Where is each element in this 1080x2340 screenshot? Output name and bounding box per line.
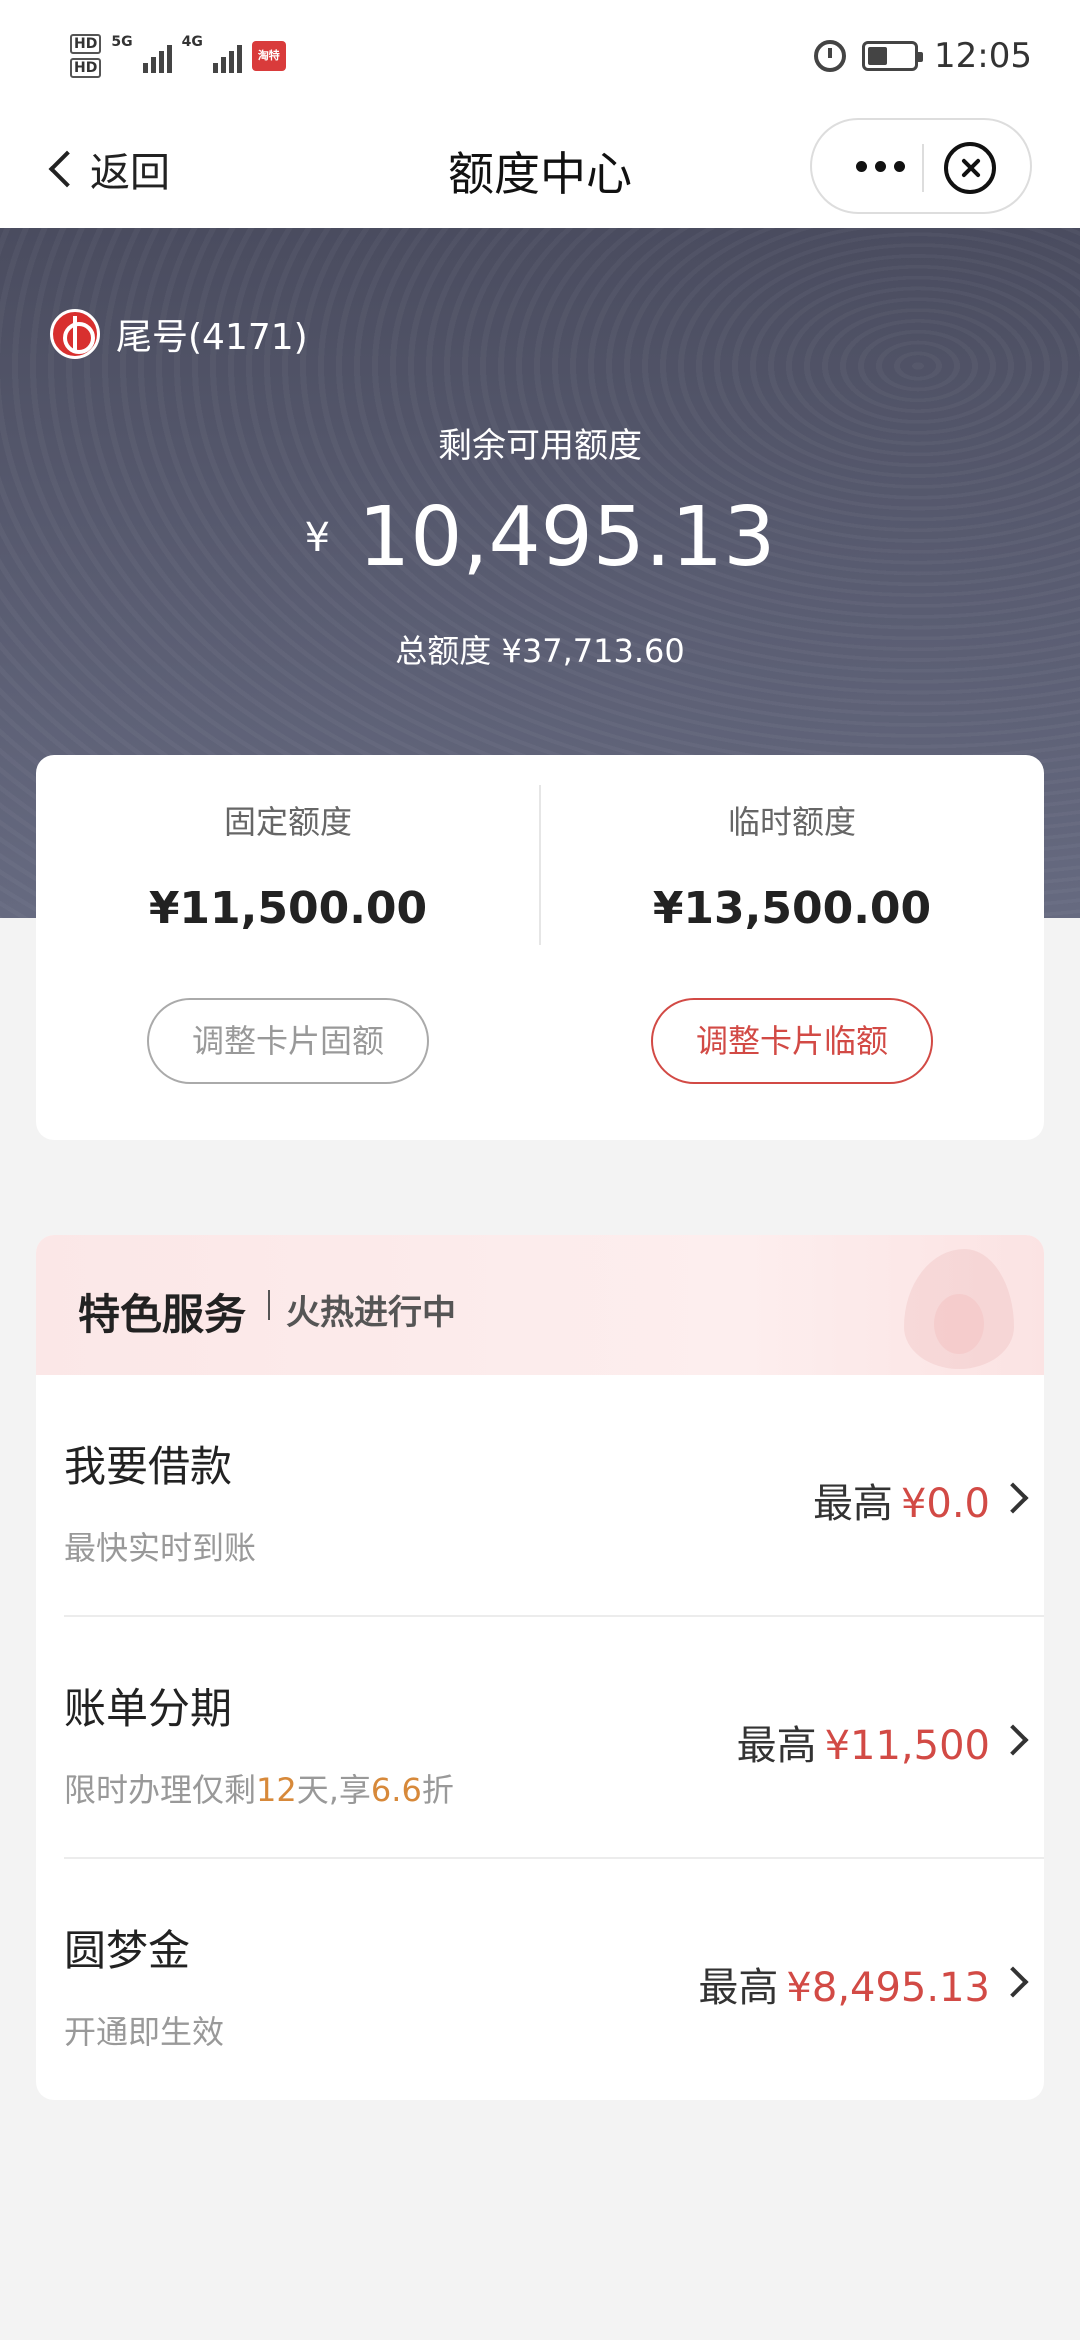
more-icon[interactable] bbox=[840, 120, 920, 212]
miniapp-capsule bbox=[810, 118, 1032, 214]
total-credit: 总额度 ¥37,713.60 bbox=[0, 626, 1080, 672]
desc-part: 天,享 bbox=[296, 1771, 371, 1809]
desc-part: 折 bbox=[421, 1771, 454, 1809]
service-dream-fund[interactable]: 圆梦金 开通即生效 最高 ¥8,495.13 bbox=[36, 1859, 1044, 2100]
discount-value: 6.6 bbox=[370, 1771, 422, 1809]
bank-logo-icon bbox=[50, 309, 100, 359]
temp-quota-value: ¥13,500.00 bbox=[652, 883, 932, 934]
adjust-fixed-quota-button[interactable]: 调整卡片固额 bbox=[147, 998, 429, 1084]
services-header: 特色服务 火热进行中 bbox=[36, 1235, 1044, 1375]
max-amount-value: ¥0.0 bbox=[900, 1481, 990, 1527]
capsule-divider bbox=[922, 144, 924, 192]
services-subtitle: 火热进行中 bbox=[286, 1293, 456, 1333]
max-amount-value: ¥8,495.13 bbox=[786, 1965, 990, 2011]
service-desc: 最快实时到账 bbox=[64, 1529, 257, 1567]
app-notification-icon: 淘特 bbox=[251, 41, 286, 71]
chevron-right-icon bbox=[997, 1482, 1029, 1514]
network-5g-label: 5G bbox=[111, 34, 133, 50]
nav-bar: 返回 额度中心 bbox=[0, 118, 1080, 228]
hd-indicator: HD HD bbox=[70, 34, 102, 78]
hd1-icon: HD bbox=[70, 34, 102, 54]
service-name: 圆梦金 bbox=[64, 1926, 191, 1975]
fixed-quota-label: 固定额度 bbox=[223, 803, 352, 841]
service-name: 我要借款 bbox=[64, 1442, 233, 1491]
remaining-days: 12 bbox=[256, 1771, 297, 1809]
signal-icon bbox=[142, 39, 172, 73]
service-loan[interactable]: 我要借款 最快实时到账 最高 ¥0.0 bbox=[36, 1375, 1044, 1617]
available-amount-value: 10,495.13 bbox=[358, 490, 776, 585]
fixed-quota-value: ¥11,500.00 bbox=[148, 883, 428, 934]
service-max-amount: 最高 ¥0.0 bbox=[813, 1471, 990, 1529]
service-desc: 限时办理仅剩12天,享6.6折 bbox=[64, 1765, 454, 1811]
close-icon[interactable] bbox=[944, 142, 996, 194]
battery-icon bbox=[862, 41, 924, 71]
card-tail-number: 尾号(4171) bbox=[116, 317, 308, 358]
total-credit-value: ¥37,713.60 bbox=[501, 632, 685, 670]
flame-icon bbox=[904, 1249, 1014, 1369]
hd2-icon: HD bbox=[70, 58, 102, 78]
clock: 12:05 bbox=[934, 36, 1032, 76]
fixed-quota: 固定额度 ¥11,500.00 bbox=[36, 797, 540, 934]
signal-icon bbox=[212, 39, 242, 73]
service-max-amount: 最高 ¥8,495.13 bbox=[698, 1955, 990, 2013]
service-max-amount: 最高 ¥11,500 bbox=[737, 1713, 990, 1771]
services-title: 特色服务 bbox=[78, 1290, 247, 1339]
card-info: 尾号(4171) bbox=[50, 308, 308, 360]
available-credit-amount: ¥10,495.13 bbox=[0, 490, 1080, 585]
chevron-right-icon bbox=[997, 1966, 1029, 1998]
status-bar: HD HD 5G 4G 淘特 12:05 bbox=[0, 0, 1080, 120]
quota-card: 固定额度 ¥11,500.00 临时额度 ¥13,500.00 调整卡片固额 调… bbox=[36, 755, 1044, 1140]
desc-part: 限时办理仅剩 bbox=[64, 1771, 257, 1809]
featured-services: 特色服务 火热进行中 我要借款 最快实时到账 最高 ¥0.0 账单分期 限时办理仅… bbox=[36, 1235, 1044, 2100]
temp-quota: 临时额度 ¥13,500.00 bbox=[540, 797, 1044, 934]
max-prefix: 最高 bbox=[812, 1481, 893, 1527]
max-amount-value: ¥11,500 bbox=[824, 1723, 990, 1769]
alarm-icon bbox=[814, 40, 847, 72]
header-divider bbox=[268, 1290, 270, 1320]
adjust-temp-quota-button[interactable]: 调整卡片临额 bbox=[651, 998, 933, 1084]
service-installment[interactable]: 账单分期 限时办理仅剩12天,享6.6折 最高 ¥11,500 bbox=[36, 1617, 1044, 1859]
temp-quota-label: 临时额度 bbox=[727, 803, 856, 841]
total-credit-label: 总额度 bbox=[395, 632, 492, 670]
chevron-right-icon bbox=[997, 1724, 1029, 1756]
max-prefix: 最高 bbox=[736, 1723, 817, 1769]
service-desc: 开通即生效 bbox=[64, 2013, 225, 2051]
service-name: 账单分期 bbox=[64, 1684, 233, 1733]
network-4g-label: 4G bbox=[181, 34, 203, 50]
status-right: 12:05 bbox=[814, 36, 1032, 76]
max-prefix: 最高 bbox=[698, 1965, 779, 2011]
status-left: HD HD 5G 4G 淘特 bbox=[70, 34, 286, 78]
currency-symbol: ¥ bbox=[304, 514, 331, 561]
available-credit-label: 剩余可用额度 bbox=[438, 426, 642, 466]
